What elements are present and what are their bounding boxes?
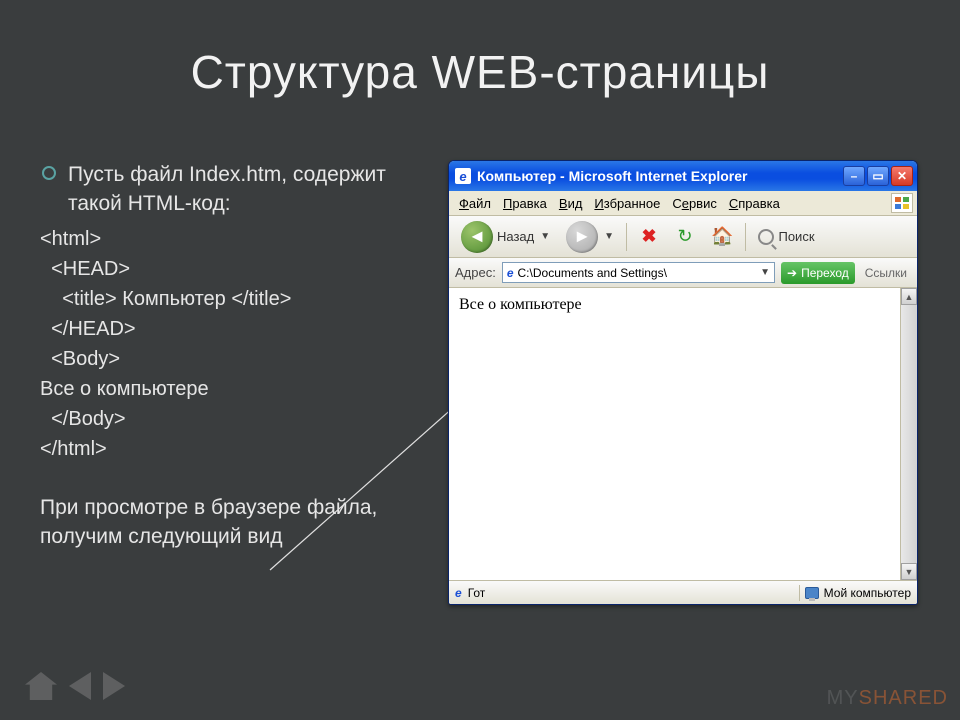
search-icon: [758, 229, 774, 245]
windows-flag-icon: [891, 193, 913, 213]
go-icon: ➔: [787, 266, 797, 280]
menu-fav[interactable]: Избранное: [594, 196, 660, 211]
slide-body: Пусть файл Index.htm, содержит такой HTM…: [40, 160, 420, 552]
address-label: Адрес:: [455, 265, 496, 280]
menu-edit[interactable]: Правка: [503, 196, 547, 211]
separator: [745, 223, 746, 251]
address-value: C:\Documents and Settings\: [518, 266, 667, 280]
dropdown-icon: ▼: [604, 231, 614, 242]
bullet-intro: Пусть файл Index.htm, содержит такой HTM…: [40, 160, 420, 219]
code-line: <HEAD>: [40, 255, 420, 283]
ie-icon: e: [455, 168, 471, 184]
code-line: </Body>: [40, 405, 420, 433]
address-bar: Адрес: e C:\Documents and Settings\ ▼ ➔ …: [449, 258, 917, 288]
refresh-button[interactable]: ↻: [669, 221, 701, 253]
home-icon: 🏠: [711, 226, 733, 247]
nav-prev-button[interactable]: [69, 672, 91, 700]
ie-window: e Компьютер - Microsoft Internet Explore…: [448, 160, 918, 605]
nav-home-button[interactable]: [25, 672, 57, 700]
my-computer-icon: [805, 587, 819, 599]
search-button[interactable]: Поиск: [752, 221, 820, 253]
home-button[interactable]: 🏠: [705, 221, 739, 253]
footer-note: При просмотре в браузере файла, получим …: [40, 493, 420, 552]
separator: [799, 585, 800, 601]
vertical-scrollbar[interactable]: ▲ ▼: [900, 288, 917, 580]
scroll-down-button[interactable]: ▼: [901, 563, 917, 580]
separator: [626, 223, 627, 251]
page-content: Все о компьютере ▲ ▼: [449, 288, 917, 580]
code-line: <Body>: [40, 345, 420, 373]
dropdown-icon[interactable]: ▼: [760, 267, 770, 278]
stop-icon: ✖: [642, 226, 657, 247]
forward-icon: ►: [566, 221, 598, 253]
code-line: </html>: [40, 435, 420, 463]
address-input[interactable]: e C:\Documents and Settings\ ▼: [502, 262, 775, 283]
links-label[interactable]: Ссылки: [861, 266, 911, 280]
code-line: <title> Компьютер </title>: [40, 285, 420, 313]
nav-next-button[interactable]: [103, 672, 125, 700]
refresh-icon: ↻: [678, 226, 693, 247]
maximize-button[interactable]: ▭: [867, 166, 889, 186]
go-label: Переход: [801, 266, 849, 280]
statusbar: e Гот Мой компьютер: [449, 580, 917, 604]
stop-button[interactable]: ✖: [633, 221, 665, 253]
page-text: Все о компьютере: [459, 296, 582, 313]
code-line: Все о компьютере: [40, 375, 420, 403]
code-line: <html>: [40, 225, 420, 253]
ie-icon: e: [455, 586, 462, 600]
close-button[interactable]: ✕: [891, 166, 913, 186]
zone-label: Мой компьютер: [824, 586, 911, 600]
toolbar: ◄ Назад ▼ ► ▼ ✖ ↻ 🏠 Поиск: [449, 216, 917, 258]
back-icon: ◄: [461, 221, 493, 253]
forward-button[interactable]: ► ▼: [560, 221, 620, 253]
slide-title: Структура WEB-страницы: [0, 45, 960, 99]
minimize-button[interactable]: –: [843, 166, 865, 186]
titlebar: e Компьютер - Microsoft Internet Explore…: [449, 161, 917, 191]
dropdown-icon: ▼: [540, 231, 550, 242]
menubar: Файл Правка Вид Избранное Сервис Справка: [449, 191, 917, 216]
menu-file[interactable]: Файл: [459, 196, 491, 211]
status-text: Гот: [468, 586, 486, 600]
back-button[interactable]: ◄ Назад ▼: [455, 221, 556, 253]
scroll-up-button[interactable]: ▲: [901, 288, 917, 305]
slide-nav: [25, 672, 125, 700]
back-label: Назад: [497, 229, 534, 244]
watermark: MYSHARED: [827, 687, 948, 710]
ie-page-icon: e: [507, 266, 514, 280]
window-title: Компьютер - Microsoft Internet Explorer: [477, 168, 748, 184]
code-line: </HEAD>: [40, 315, 420, 343]
search-label: Поиск: [778, 229, 814, 244]
menu-help[interactable]: Справка: [729, 196, 780, 211]
menu-view[interactable]: Вид: [559, 196, 583, 211]
menu-tools[interactable]: Сервис: [672, 196, 717, 211]
go-button[interactable]: ➔ Переход: [781, 262, 855, 284]
